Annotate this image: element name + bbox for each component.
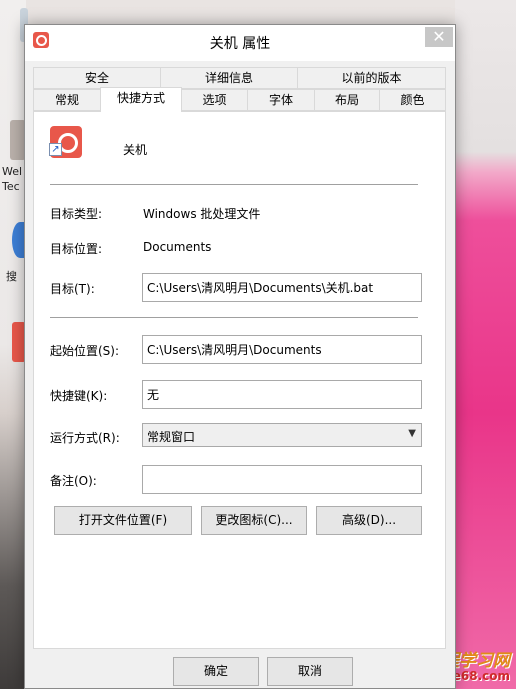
target-location-value: Documents xyxy=(143,240,212,254)
shortcut-arrow-icon: ↗ xyxy=(49,143,62,156)
tab-shortcut[interactable]: 快捷方式 xyxy=(100,87,182,112)
run-label: 运行方式(R): xyxy=(50,431,120,445)
target-label: 目标(T): xyxy=(50,282,95,296)
title-bar[interactable]: 关机 属性 ✕ xyxy=(25,25,455,61)
tab-previous-versions[interactable]: 以前的版本 xyxy=(297,67,446,89)
shortcut-panel: ↗ 关机 目标类型: Windows 批处理文件 目标位置: Documents… xyxy=(33,111,446,649)
properties-dialog: 关机 属性 ✕ 安全 详细信息 以前的版本 常规 快捷方式 选项 字体 布局 颜… xyxy=(24,24,456,689)
change-icon-button[interactable]: 更改图标(C)... xyxy=(201,506,307,535)
tab-layout[interactable]: 布局 xyxy=(314,89,380,111)
target-type-label: 目标类型: xyxy=(50,207,103,221)
window-title: 关机 属性 xyxy=(209,36,271,52)
desktop-icon-label: Wel xyxy=(2,165,23,178)
tab-font[interactable]: 字体 xyxy=(247,89,315,111)
desktop-icon-label: 搜 xyxy=(6,270,17,283)
close-button[interactable]: ✕ xyxy=(425,27,453,47)
target-location-label: 目标位置: xyxy=(50,242,103,256)
divider xyxy=(50,317,418,318)
start-in-label: 起始位置(S): xyxy=(50,344,120,358)
ok-button[interactable]: 确定 xyxy=(173,657,259,686)
tab-options[interactable]: 选项 xyxy=(181,89,248,111)
target-field[interactable]: C:\Users\清风明月\Documents\关机.bat xyxy=(142,273,422,302)
tab-security[interactable]: 安全 xyxy=(33,67,161,89)
start-in-field[interactable]: C:\Users\清风明月\Documents xyxy=(142,335,422,364)
desktop-icon-label: Tec xyxy=(2,180,20,193)
chevron-down-icon: ▼ xyxy=(408,428,416,439)
desktop-background-right xyxy=(455,0,516,689)
run-select[interactable]: 常规窗口 ▼ xyxy=(142,423,422,447)
divider xyxy=(50,184,418,185)
comment-field[interactable] xyxy=(142,465,422,494)
open-file-location-button[interactable]: 打开文件位置(F) xyxy=(54,506,192,535)
run-select-value: 常规窗口 xyxy=(147,430,196,444)
advanced-button[interactable]: 高级(D)... xyxy=(316,506,422,535)
hotkey-field[interactable]: 无 xyxy=(142,380,422,409)
shortcut-name: 关机 xyxy=(123,143,148,157)
cancel-button[interactable]: 取消 xyxy=(267,657,353,686)
tab-general[interactable]: 常规 xyxy=(33,89,101,111)
tab-colors[interactable]: 颜色 xyxy=(379,89,446,111)
comment-label: 备注(O): xyxy=(50,474,97,488)
target-type-value: Windows 批处理文件 xyxy=(143,207,261,221)
hotkey-label: 快捷键(K): xyxy=(50,389,108,403)
tab-details[interactable]: 详细信息 xyxy=(160,67,298,89)
